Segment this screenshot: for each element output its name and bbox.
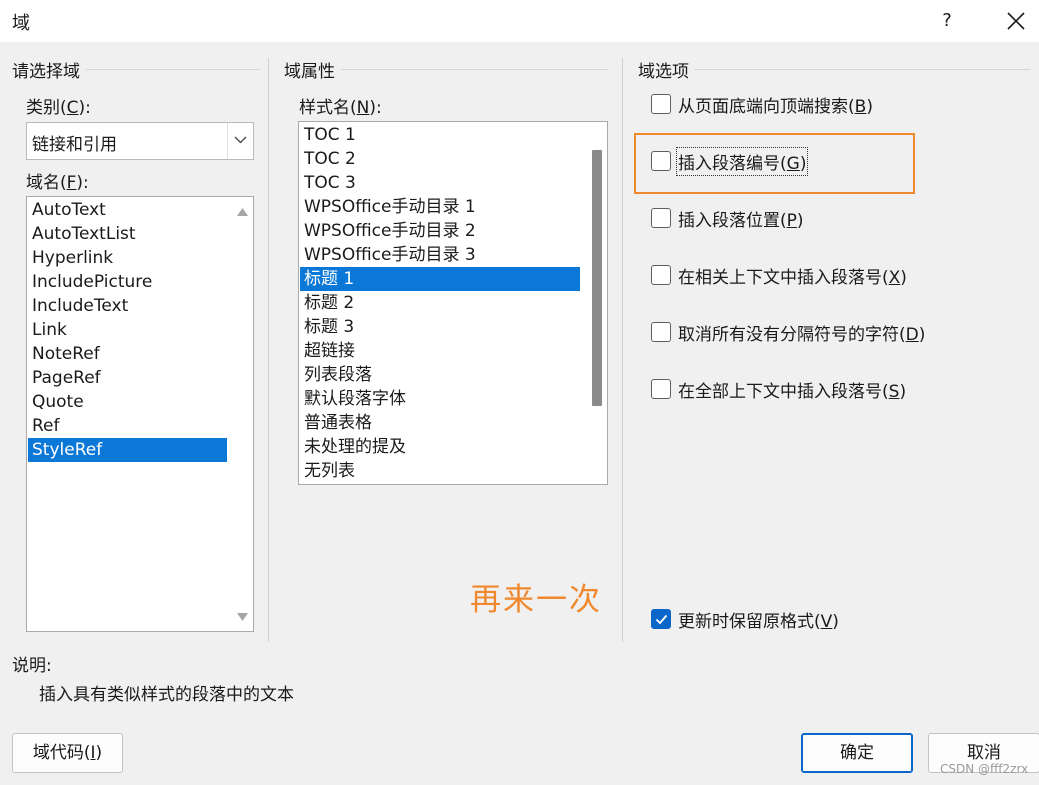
group-title-select-field: 请选择域 bbox=[12, 57, 86, 82]
description-label: 说明: bbox=[12, 656, 52, 676]
field-list-scrollbar[interactable] bbox=[231, 197, 253, 631]
category-dropdown-button[interactable] bbox=[227, 123, 253, 159]
field-name-item[interactable]: IncludePicture bbox=[28, 270, 227, 294]
checkbox-insert-full-context-number[interactable] bbox=[651, 379, 671, 399]
chevron-down-icon bbox=[234, 136, 247, 144]
scroll-down-icon[interactable] bbox=[237, 613, 248, 621]
help-button[interactable]: ? bbox=[932, 0, 962, 42]
style-name-item[interactable]: 标题 3 bbox=[300, 315, 580, 339]
category-label: 类别(C): bbox=[26, 98, 91, 118]
ok-button[interactable]: 确定 bbox=[801, 733, 913, 773]
field-name-list[interactable]: AutoText AutoTextList Hyperlink IncludePict… bbox=[26, 196, 254, 632]
field-name-item[interactable]: AutoTextList bbox=[28, 222, 227, 246]
checkbox-suppress-nondelimiter[interactable] bbox=[651, 322, 671, 342]
style-name-item[interactable]: WPSOffice手动目录 2 bbox=[300, 219, 580, 243]
style-name-item[interactable]: WPSOffice手动目录 1 bbox=[300, 195, 580, 219]
style-name-item[interactable]: 默认段落字体 bbox=[300, 387, 580, 411]
field-name-item[interactable]: Quote bbox=[28, 390, 227, 414]
category-select-value: 链接和引用 bbox=[32, 135, 117, 155]
title-bar: 域 ? bbox=[0, 0, 1039, 42]
separator-left bbox=[268, 58, 269, 642]
field-name-item[interactable]: Ref bbox=[28, 414, 227, 438]
category-select[interactable]: 链接和引用 bbox=[26, 122, 254, 160]
style-name-item[interactable]: 超链接 bbox=[300, 339, 580, 363]
field-name-item[interactable]: NoteRef bbox=[28, 342, 227, 366]
style-name-item[interactable]: TOC 2 bbox=[300, 147, 580, 171]
style-name-item[interactable]: 普通表格 bbox=[300, 411, 580, 435]
highlight-annotation-box bbox=[634, 133, 915, 194]
checkbox-search-bottom-up-label: 从页面底端向顶端搜索(B) bbox=[678, 97, 873, 117]
checkbox-insert-relative-number-label: 在相关上下文中插入段落号(X) bbox=[678, 268, 907, 288]
style-name-label: 样式名(N): bbox=[299, 98, 382, 118]
checkbox-preserve-format[interactable] bbox=[651, 609, 671, 629]
close-button[interactable] bbox=[996, 0, 1036, 42]
style-name-item[interactable]: 未处理的提及 bbox=[300, 435, 580, 459]
style-name-list[interactable]: TOC 1 TOC 2 TOC 3 WPSOffice手动目录 1 WPSOffice手… bbox=[298, 121, 608, 485]
style-name-item[interactable]: 标题 1 bbox=[300, 267, 580, 291]
field-codes-button[interactable]: 域代码(I) bbox=[12, 733, 123, 773]
dialog-title: 域 bbox=[12, 13, 30, 34]
field-name-label: 域名(F): bbox=[26, 173, 89, 193]
close-icon bbox=[1007, 12, 1025, 30]
checkbox-search-bottom-up[interactable] bbox=[651, 94, 671, 114]
checkbox-insert-full-context-number-label: 在全部上下文中插入段落号(S) bbox=[678, 382, 907, 402]
field-name-item[interactable]: Link bbox=[28, 318, 227, 342]
checkmark-icon bbox=[655, 614, 668, 625]
field-name-item[interactable]: IncludeText bbox=[28, 294, 227, 318]
checkbox-insert-relative-number[interactable] bbox=[651, 265, 671, 285]
field-name-item[interactable]: StyleRef bbox=[28, 438, 227, 462]
group-title-field-properties: 域属性 bbox=[284, 57, 341, 82]
style-name-item[interactable]: 无列表 bbox=[300, 459, 580, 483]
style-list-scrollbar[interactable] bbox=[585, 122, 607, 484]
style-name-item[interactable]: 列表段落 bbox=[300, 363, 580, 387]
watermark: CSDN @fff2zrx bbox=[940, 762, 1029, 776]
checkbox-suppress-nondelimiter-label: 取消所有没有分隔符号的字符(D) bbox=[678, 325, 926, 345]
style-name-item[interactable]: WPSOffice手动目录 3 bbox=[300, 243, 580, 267]
description-text: 插入具有类似样式的段落中的文本 bbox=[39, 685, 294, 705]
checkbox-preserve-format-label: 更新时保留原格式(V) bbox=[678, 612, 839, 632]
checkbox-insert-paragraph-position[interactable] bbox=[651, 208, 671, 228]
field-name-item[interactable]: PageRef bbox=[28, 366, 227, 390]
group-line-field-options bbox=[638, 69, 1030, 70]
checkbox-insert-paragraph-position-label: 插入段落位置(P) bbox=[678, 211, 804, 231]
scroll-up-icon[interactable] bbox=[237, 208, 248, 216]
separator-right bbox=[622, 58, 623, 642]
field-name-item[interactable]: Hyperlink bbox=[28, 246, 227, 270]
field-name-item[interactable]: AutoText bbox=[28, 198, 227, 222]
style-list-scroll-thumb[interactable] bbox=[592, 150, 602, 406]
style-name-item[interactable]: TOC 1 bbox=[300, 123, 580, 147]
style-name-item[interactable]: 标题 2 bbox=[300, 291, 580, 315]
group-title-field-options: 域选项 bbox=[638, 57, 695, 82]
style-name-item[interactable]: TOC 3 bbox=[300, 171, 580, 195]
annotation-text: 再来一次 bbox=[470, 582, 602, 618]
